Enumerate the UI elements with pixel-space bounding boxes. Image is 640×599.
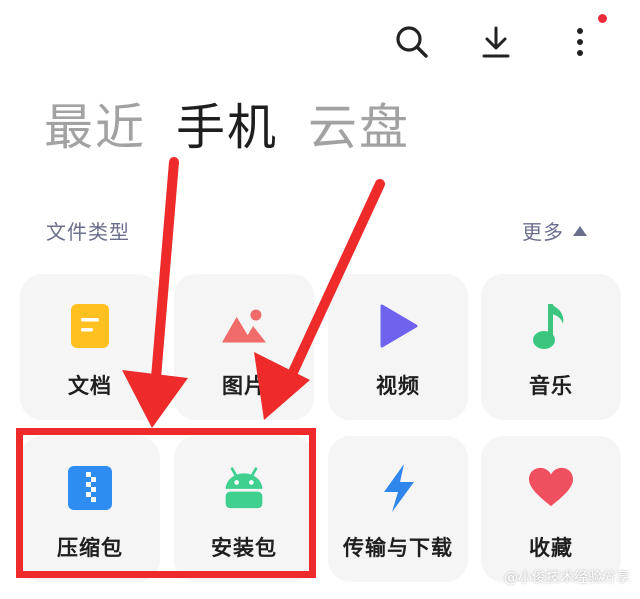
top-bar xyxy=(0,0,640,84)
document-icon xyxy=(68,304,112,348)
download-icon[interactable] xyxy=(476,22,516,62)
heart-icon xyxy=(529,466,573,510)
category-label: 视频 xyxy=(376,374,420,398)
notification-dot xyxy=(598,14,607,23)
more-label: 更多 xyxy=(522,220,564,244)
category-label: 音乐 xyxy=(529,374,573,398)
tab-phone[interactable]: 手机 xyxy=(176,96,278,160)
annotation-highlight-box xyxy=(16,428,316,578)
lightning-icon xyxy=(376,464,420,512)
category-tile-documents[interactable]: 文档 xyxy=(20,274,160,420)
section-title: 文件类型 xyxy=(46,220,130,244)
watermark: @小俊技术经验分享 xyxy=(504,570,630,586)
more-button[interactable]: 更多 xyxy=(522,216,588,245)
more-vertical-icon[interactable] xyxy=(560,22,600,62)
category-label: 文档 xyxy=(68,374,112,398)
category-tile-images[interactable]: 图片 xyxy=(174,274,314,420)
image-icon xyxy=(222,304,266,348)
tab-bar: 最近 手机 云盘 xyxy=(44,96,410,160)
music-note-icon xyxy=(529,304,573,349)
tab-cloud[interactable]: 云盘 xyxy=(308,96,410,160)
category-tile-videos[interactable]: 视频 xyxy=(328,274,468,420)
category-tile-favorites[interactable]: 收藏 xyxy=(481,436,621,582)
category-tile-music[interactable]: 音乐 xyxy=(481,274,621,420)
chevron-up-icon xyxy=(573,225,587,236)
category-label: 图片 xyxy=(222,374,266,398)
search-icon[interactable] xyxy=(392,22,432,62)
tab-recent[interactable]: 最近 xyxy=(44,96,146,160)
category-label: 传输与下载 xyxy=(343,536,453,560)
category-label: 收藏 xyxy=(529,536,573,560)
play-icon xyxy=(376,304,420,348)
category-tile-transfer[interactable]: 传输与下载 xyxy=(328,436,468,582)
